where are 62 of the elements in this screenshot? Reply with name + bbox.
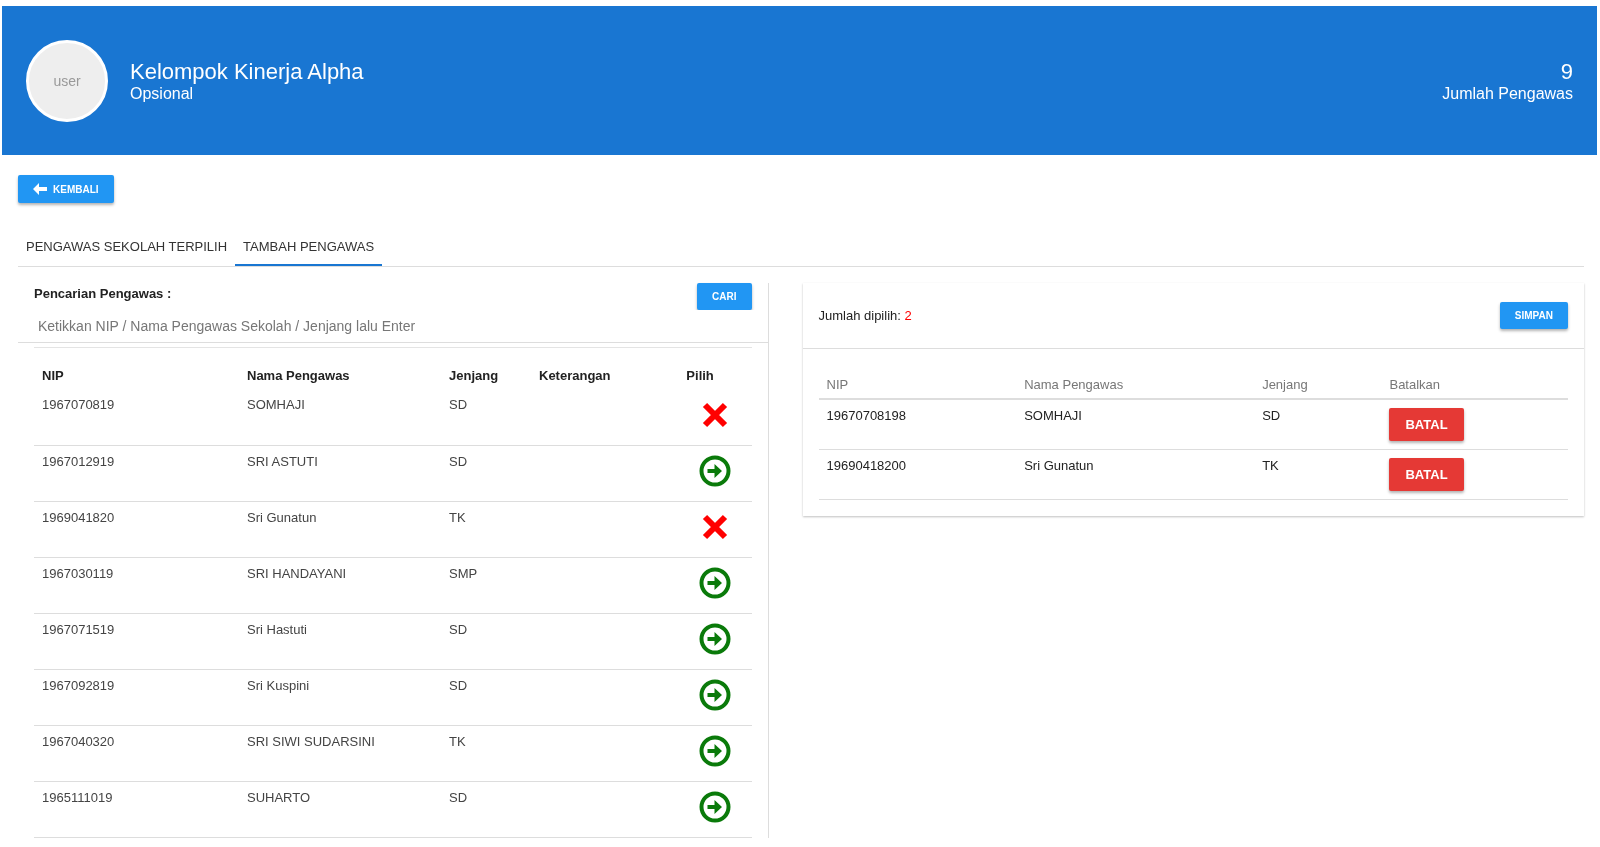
save-button[interactable]: SIMPAN [1499, 302, 1568, 329]
supervisor-count: 9 [1560, 58, 1573, 85]
arrow-circle-icon[interactable] [698, 455, 731, 487]
table-cell: TK [441, 725, 531, 781]
back-button[interactable]: KEMBALI [18, 175, 114, 203]
table-cell: SD [1254, 399, 1382, 449]
column-header: Nama Pengawas [239, 347, 441, 389]
table-cell: 1967070819 [34, 389, 239, 445]
table-cell: SRI HANDAYANI [239, 557, 441, 613]
column-header: Keterangan [531, 347, 679, 389]
column-header: NIP [818, 357, 1017, 399]
table-cell: 19670708198 [818, 399, 1017, 449]
table-cell: SRI SIWI SUDARSINI [239, 725, 441, 781]
table-cell: 1969041820 [34, 501, 239, 557]
table-cell: SOMHAJI [1016, 399, 1255, 449]
table-cell: Sri Gunatun [1016, 449, 1255, 499]
table-cell: Sri Gunatun [239, 501, 441, 557]
count-label: Jumlah Pengawas [1442, 84, 1573, 103]
arrow-circle-icon[interactable] [698, 679, 731, 711]
arrow-circle-icon[interactable] [698, 567, 731, 599]
selected-count: Jumlah dipilih: 2 [818, 308, 912, 323]
avatar: user [26, 39, 108, 122]
table-cell: SD [441, 445, 531, 501]
column-header: Jenjang [1254, 357, 1382, 399]
arrow-circle-icon[interactable] [698, 735, 731, 767]
search-button[interactable]: CARI [697, 283, 752, 310]
column-header: Batalkan [1381, 357, 1568, 399]
tab[interactable]: PENGAWAS SEKOLAH TERPILIH [18, 229, 236, 266]
table-cell: TK [441, 501, 531, 557]
table-cell: 1967030119 [34, 557, 239, 613]
arrow-circle-icon[interactable] [698, 791, 731, 823]
column-header: NIP [34, 347, 239, 389]
column-header: Nama Pengawas [1016, 357, 1255, 399]
table-cell: TK [1254, 449, 1382, 499]
column-header: Pilih [678, 347, 752, 389]
table-cell: 1967092819 [34, 669, 239, 725]
group-subtitle: Opsional [130, 84, 195, 103]
table-cell: 1967012919 [34, 445, 239, 501]
cancel-button[interactable]: BATAL [1389, 408, 1464, 441]
arrow-circle-icon[interactable] [698, 623, 731, 655]
table-cell: 1967071519 [34, 613, 239, 669]
arrow-left-icon [33, 183, 47, 195]
cancel-button[interactable]: BATAL [1389, 457, 1464, 491]
table-cell: SD [441, 613, 531, 669]
table-cell: 1965111019 [34, 781, 239, 837]
table-cell: SOMHAJI [239, 389, 441, 445]
search-label: Pencarian Pengawas : [34, 286, 172, 301]
table-cell: SD [441, 389, 531, 445]
tab[interactable]: TAMBAH PENGAWAS [235, 229, 383, 266]
column-header: Jenjang [441, 347, 531, 389]
table-cell: SD [441, 669, 531, 725]
group-title: Kelompok Kinerja Alpha [130, 58, 365, 85]
table-cell: 1967040320 [34, 725, 239, 781]
table-cell: SD [441, 781, 531, 837]
table-cell: Sri Hastuti [239, 613, 441, 669]
table-cell: Sri Kuspini [239, 669, 441, 725]
table-cell: SRI ASTUTI [239, 445, 441, 501]
table-cell: SUHARTO [239, 781, 441, 837]
cross-icon[interactable] [701, 514, 728, 540]
cross-icon[interactable] [701, 401, 728, 428]
table-cell: 19690418200 [818, 449, 1017, 499]
table-cell: SMP [441, 557, 531, 613]
